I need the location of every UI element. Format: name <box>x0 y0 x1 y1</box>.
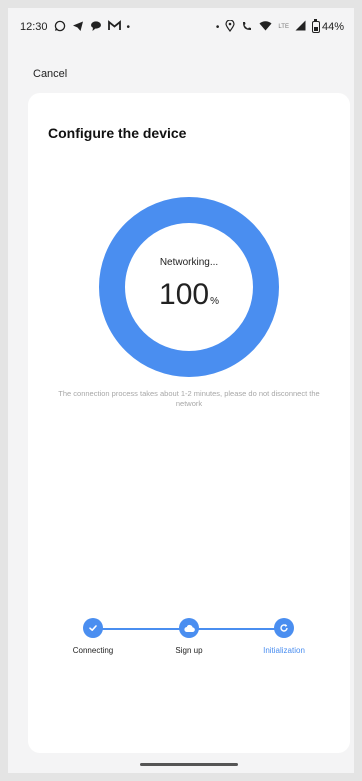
notification-dot: • <box>126 21 131 33</box>
home-indicator[interactable] <box>140 763 238 766</box>
configure-device-card: Configure the device Networking... 100 %… <box>28 93 350 753</box>
battery-level: 44% <box>321 21 344 33</box>
progress-value-row: 100 % <box>159 278 219 312</box>
status-bar-left: 12:30 • <box>20 20 130 35</box>
wifi-call-icon <box>241 20 253 35</box>
connection-note: The connection process takes about 1-2 m… <box>58 389 320 408</box>
refresh-icon <box>274 618 294 638</box>
step-label: Initialization <box>263 646 305 655</box>
location-icon <box>225 18 236 35</box>
status-dot: • <box>215 21 220 33</box>
progress-label: Networking... <box>159 256 219 268</box>
page-title: Configure the device <box>48 125 187 141</box>
app-frame: 12:30 • • LTE 44% Cancel Configure the d… <box>8 8 354 773</box>
status-bar: 12:30 • • LTE 44% <box>8 8 354 46</box>
progress-value: 100 <box>159 277 210 311</box>
cloud-icon <box>179 618 199 638</box>
check-icon <box>83 618 103 638</box>
whatsapp-icon <box>54 20 66 35</box>
telegram-icon <box>72 20 84 35</box>
step-indicator: Connecting Sign up Initialization <box>28 618 350 658</box>
progress-ring: Networking... 100 % <box>99 197 279 377</box>
progress-unit: % <box>210 295 219 307</box>
battery-icon <box>311 19 320 33</box>
step-label: Sign up <box>175 646 203 655</box>
wifi-icon <box>259 20 272 34</box>
status-time: 12:30 <box>20 21 48 33</box>
signal-icon <box>295 20 306 34</box>
network-type: LTE <box>278 24 289 30</box>
gmail-icon <box>107 20 121 34</box>
step-sign-up: Sign up <box>149 618 229 655</box>
chat-icon <box>90 20 102 35</box>
step-label: Connecting <box>72 646 114 655</box>
progress-ring-text: Networking... 100 % <box>99 197 279 377</box>
cancel-button[interactable]: Cancel <box>33 68 67 80</box>
step-connecting: Connecting <box>53 618 133 655</box>
status-bar-right: • LTE 44% <box>215 18 344 35</box>
step-initialization: Initialization <box>244 618 324 655</box>
